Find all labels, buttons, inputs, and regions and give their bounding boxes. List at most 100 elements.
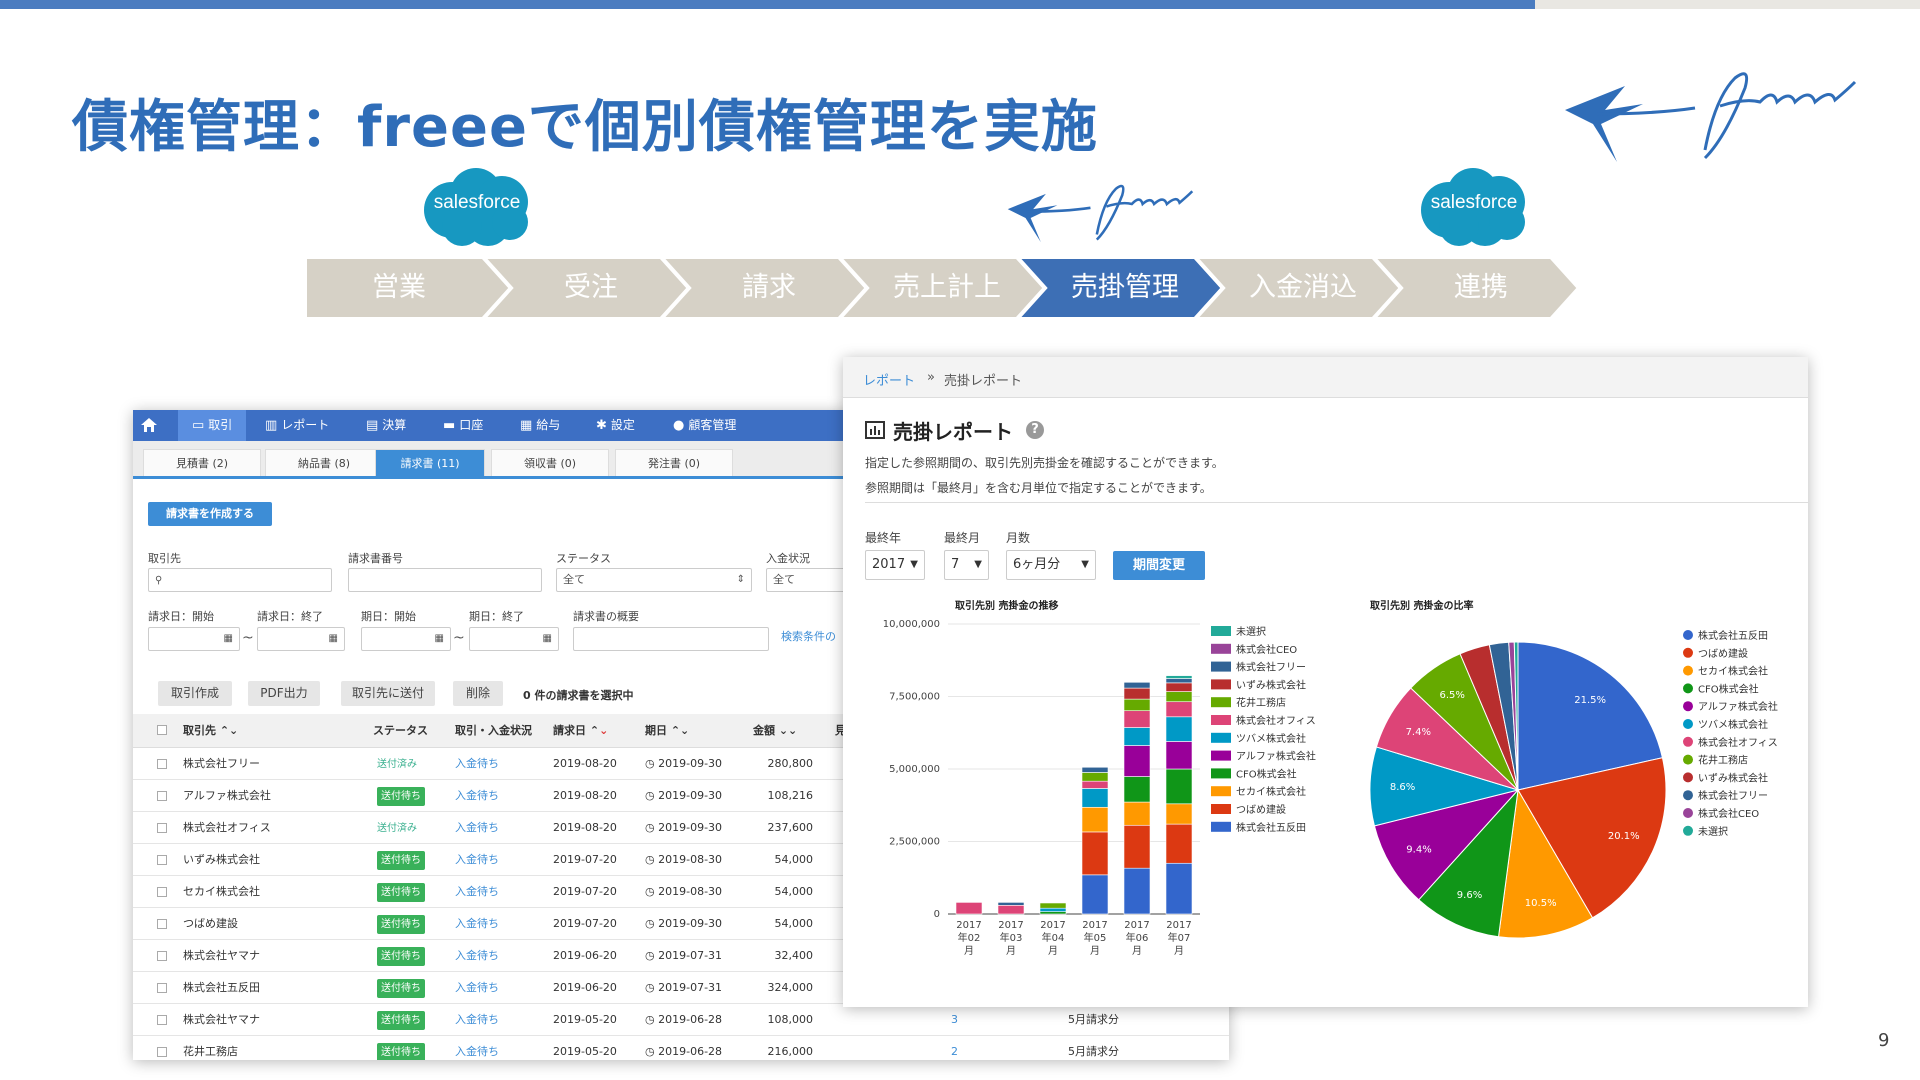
row-payment-link[interactable]: 入金待ち <box>455 780 499 812</box>
col-partner[interactable]: 取引先 ⌃⌄ <box>183 714 238 748</box>
calendar-icon: ▦ <box>542 633 552 644</box>
legend-dot <box>1683 808 1693 818</box>
final-year-select[interactable]: 2017 ▼ <box>865 550 925 580</box>
row-amount: 54,000 <box>774 917 814 930</box>
row-payment-link[interactable]: 入金待ち <box>455 1004 499 1036</box>
legend-label: 花井工務店 <box>1698 754 1748 767</box>
col-amount[interactable]: 金額 ⌄⌄ <box>753 714 797 748</box>
legend-swatch <box>1211 661 1231 672</box>
table-row[interactable]: 花井工務店 送付待ち 入金待ち 2019-05-20 ◷ 2019-06-28 216,0… <box>133 1036 1229 1060</box>
nav-settings[interactable]: ✱ 設定 <box>596 410 635 441</box>
invoice-no-input[interactable] <box>348 568 542 592</box>
home-icon[interactable] <box>141 410 161 441</box>
date-end-input[interactable]: ▦ <box>257 627 345 651</box>
flow-step-3: 売上計上 <box>893 272 1001 303</box>
x-tick-label: 月 <box>1090 945 1100 957</box>
row-checkbox[interactable] <box>157 919 167 929</box>
x-tick-label: 年03 <box>1000 931 1023 944</box>
search-icon: ⚲ <box>155 575 163 586</box>
top-accent-bar <box>0 0 1535 9</box>
row-checkbox[interactable] <box>157 1047 167 1057</box>
row-checkbox[interactable] <box>157 887 167 897</box>
row-payment-link[interactable]: 入金待ち <box>455 908 499 940</box>
due-end-input[interactable]: ▦ <box>469 627 559 651</box>
legend-label: いずみ株式会社 <box>1236 678 1306 691</box>
tab-quotes[interactable]: 見積書 (2) <box>143 449 261 476</box>
row-payment-link[interactable]: 入金待ち <box>455 844 499 876</box>
select-arrows-icon: ⇕ <box>736 574 745 585</box>
tab-invoices[interactable]: 請求書 (11) <box>375 449 485 476</box>
nav-customers[interactable]: ● 顧客管理 <box>673 410 736 441</box>
month-count-select[interactable]: 6ヶ月分 ▼ <box>1006 550 1096 580</box>
date-start-input[interactable]: ▦ <box>148 627 240 651</box>
col-due[interactable]: 期日 ⌃⌄ <box>645 714 689 748</box>
select-all-checkbox[interactable] <box>157 725 167 735</box>
legend-label: 株式会社オフィス <box>1698 736 1778 749</box>
row-checkbox[interactable] <box>157 855 167 865</box>
create-deal-button[interactable]: 取引作成 <box>158 681 232 706</box>
col-date[interactable]: 請求日 ⌃⌄ <box>553 714 608 748</box>
status-select[interactable]: 全て ⇕ <box>556 568 752 592</box>
selected-count: 0 件の請求書を選択中 <box>523 689 634 702</box>
final-year-label: 最終年 <box>865 531 902 545</box>
nav-accounts[interactable]: ▬ 口座 <box>443 410 483 441</box>
nav-deals[interactable]: ▭ 取引 <box>178 410 246 441</box>
bar-segment <box>1165 682 1193 692</box>
create-invoice-button[interactable]: 請求書を作成する <box>148 502 272 526</box>
status-badge: 送付済み <box>377 823 417 834</box>
tab-receipts[interactable]: 領収書 (0) <box>491 449 609 476</box>
row-payment-link[interactable]: 入金待ち <box>455 748 499 780</box>
send-to-partner-button[interactable]: 取引先に送付 <box>341 681 435 706</box>
delete-button[interactable]: 削除 <box>453 681 503 706</box>
row-extra-count[interactable]: 3 <box>951 1004 958 1036</box>
row-checkbox[interactable] <box>157 823 167 833</box>
row-checkbox[interactable] <box>157 951 167 961</box>
legend-label: CFO株式会社 <box>1236 767 1297 780</box>
row-amount: 324,000 <box>767 981 814 994</box>
row-extra-note: 5月請求分 <box>1068 1045 1119 1058</box>
row-status: 送付待ち <box>377 1004 425 1036</box>
row-payment-link[interactable]: 入金待ち <box>455 812 499 844</box>
row-due: ◷ 2019-08-30 <box>645 853 723 866</box>
breadcrumb-reports-link[interactable]: レポート <box>863 370 915 389</box>
dropdown-arrow-icon: ▼ <box>974 559 982 570</box>
bar-segment <box>1165 768 1193 805</box>
row-checkbox[interactable] <box>157 1015 167 1025</box>
bar-segment <box>1081 788 1109 808</box>
bar-segment <box>1039 911 1067 915</box>
row-payment-link[interactable]: 入金待ち <box>455 940 499 972</box>
help-icon[interactable]: ? <box>1026 421 1044 439</box>
flow-step-2: 請求 <box>742 272 796 303</box>
final-month-select[interactable]: 7 ▼ <box>944 550 989 580</box>
nav-settlement[interactable]: ▤ 決算 <box>366 410 406 441</box>
pdf-export-button[interactable]: PDF出力 <box>248 681 320 706</box>
nav-payroll[interactable]: ▦ 給与 <box>520 410 560 441</box>
row-date: 2019-08-20 <box>553 821 617 834</box>
row-payment-link[interactable]: 入金待ち <box>455 1036 499 1060</box>
partner-search-input[interactable]: ⚲ <box>148 568 332 592</box>
change-period-button[interactable]: 期間変更 <box>1113 551 1205 580</box>
legend-label: 株式会社五反田 <box>1236 821 1306 834</box>
row-payment-link[interactable]: 入金待ち <box>455 876 499 908</box>
row-payment-link[interactable]: 入金待ち <box>455 972 499 1004</box>
row-checkbox[interactable] <box>157 791 167 801</box>
nav-reports[interactable]: ▥ レポート <box>265 410 329 441</box>
row-amount: 54,000 <box>774 885 814 898</box>
clock-icon: ◷ <box>645 757 655 770</box>
row-checkbox[interactable] <box>157 759 167 769</box>
search-conditions-link[interactable]: 検索条件の <box>781 628 836 644</box>
legend-label: アルファ株式会社 <box>1236 750 1316 763</box>
range-tilde: ~ <box>242 630 254 646</box>
row-checkbox[interactable] <box>157 983 167 993</box>
summary-input[interactable] <box>573 627 769 651</box>
due-start-input[interactable]: ▦ <box>361 627 451 651</box>
payment-status-select[interactable]: 全て <box>766 568 846 592</box>
clock-icon: ◷ <box>645 917 655 930</box>
clock-icon: ◷ <box>645 1013 655 1026</box>
row-extra-count[interactable]: 2 <box>951 1036 958 1060</box>
slide-title: 債権管理：freeeで個別債権管理を実施 <box>72 95 1098 160</box>
tab-delivery[interactable]: 納品書 (8) <box>265 449 383 476</box>
table-row[interactable]: 株式会社ヤマナ 送付待ち 入金待ち 2019-05-20 ◷ 2019-06-28 108… <box>133 1004 1229 1036</box>
tab-purchase-orders[interactable]: 発注書 (0) <box>615 449 733 476</box>
pie-slice-label: 10.5% <box>1525 898 1557 909</box>
